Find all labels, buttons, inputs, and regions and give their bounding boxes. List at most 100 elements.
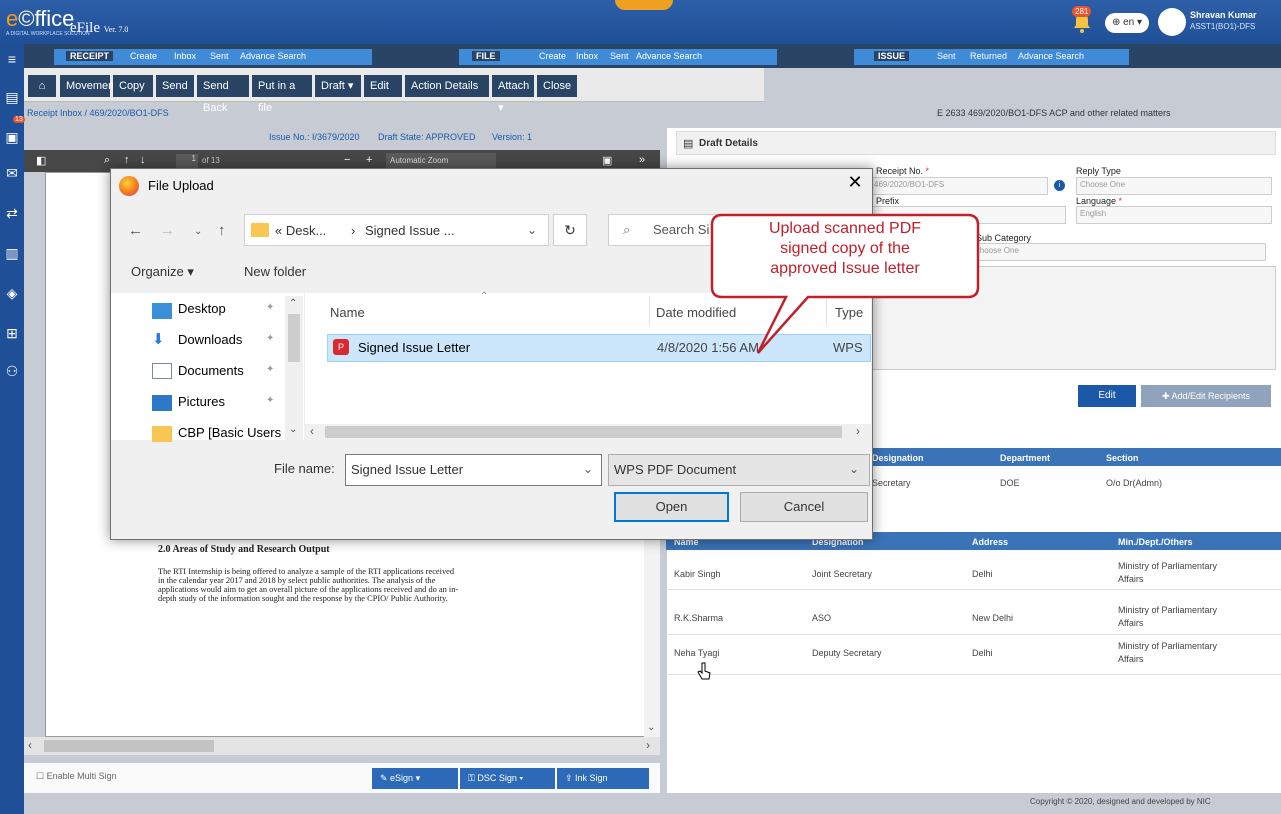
scroll-up-icon[interactable]: ⌃ [289,298,297,309]
prev-page-icon[interactable]: ↑ [124,154,130,166]
close-icon[interactable]: ✕ [843,172,867,196]
transfer-icon[interactable]: ⇄ [3,204,21,222]
organize-menu[interactable]: Organize ▾ [131,264,194,280]
user-name[interactable]: Shravan Kumar [1190,10,1257,20]
pin-icon[interactable]: ✦ [266,302,274,313]
send-button[interactable]: Send [156,75,194,97]
edit-button[interactable]: Edit [364,75,402,97]
close-button[interactable]: Close [537,75,577,97]
scroll-right-icon[interactable]: › [856,424,860,438]
column-name[interactable]: Name [330,305,365,320]
records-icon[interactable]: ▥ [3,244,21,262]
new-folder-button[interactable]: New folder [244,264,306,279]
movement-button[interactable]: Movement [60,75,117,97]
put-in-file-button[interactable]: Put in a file [252,75,312,114]
send-back-button[interactable]: Send Back [197,75,249,114]
address-part-current[interactable]: Signed Issue ... [365,223,455,238]
search-icon[interactable]: ⌕ [104,154,110,167]
column-divider[interactable] [649,296,650,326]
scroll-thumb[interactable] [288,314,300,362]
tree-item-pictures[interactable]: Pictures [178,394,225,409]
reply-type-select[interactable]: Choose One [1076,177,1272,195]
attach-button[interactable]: Attach ▾ [492,75,534,114]
forward-arrow-icon[interactable]: → [160,222,175,239]
nav-issue-sent[interactable]: Sent [937,51,956,61]
pin-icon[interactable]: ✦ [266,395,274,406]
menu-icon[interactable]: ≡ [3,50,21,68]
scroll-down-icon[interactable]: ⌄ [647,722,655,733]
scroll-thumb[interactable] [325,426,842,438]
cancel-button[interactable]: Cancel [740,492,868,522]
breadcrumb[interactable]: Receipt Inbox / 469/2020/BO1-DFS [27,108,169,118]
tree-item-downloads[interactable]: Downloads [178,332,242,347]
home-icon[interactable]: ⌂ [28,75,56,97]
next-page-icon[interactable]: ↓ [140,154,146,166]
nav-issue-returned[interactable]: Returned [970,51,1007,61]
language-select[interactable]: English [1076,206,1272,224]
zoom-select[interactable]: Automatic Zoom [386,153,496,169]
nav-file-advance-search[interactable]: Advance Search [636,51,702,61]
tree-item-documents[interactable]: Documents [178,363,244,378]
recent-locations-icon[interactable]: ⌄ [194,226,202,237]
zoom-in-icon[interactable]: + [366,154,372,166]
receipt-no-field[interactable]: 469/2020/BO1-DFS [870,177,1048,195]
chevron-down-icon[interactable]: ⌄ [583,462,593,476]
users-icon[interactable]: ⚇ [3,362,21,380]
action-details-button[interactable]: Action Details [405,75,489,97]
nav-issue-advance-search[interactable]: Advance Search [1018,51,1084,61]
enable-multi-sign[interactable]: ☐ Enable Multi Sign [36,771,117,782]
draft-button[interactable]: Draft ▾ [315,75,361,97]
scroll-down-icon[interactable]: ⌄ [289,424,297,435]
add-edit-recipients-button[interactable]: ✚ Add/Edit Recipients [1141,385,1271,407]
language-selector[interactable]: ⊕ en ▾ [1105,13,1149,33]
nav-receipt-advance-search[interactable]: Advance Search [240,51,306,61]
nav-issue[interactable]: ISSUE [874,51,910,61]
file-name-input[interactable]: Signed Issue Letter ⌄ [345,454,602,486]
address-dropdown-icon[interactable]: ⌄ [527,223,537,237]
ink-sign-button[interactable]: ⇪ Ink Sign [557,768,649,789]
address-part-parent[interactable]: « Desk... [275,223,326,238]
nav-receipt-inbox[interactable]: Inbox [174,51,196,61]
pin-icon[interactable]: ✦ [266,333,274,344]
nav-file[interactable]: FILE [472,51,500,61]
eoffice-logo[interactable]: e©ffice [6,6,74,32]
scroll-thumb[interactable] [44,740,214,752]
dashboard-icon[interactable]: ◈ [3,284,21,302]
scroll-right-icon[interactable]: › [646,738,650,752]
address-bar[interactable]: « Desk... › Signed Issue ... ⌄ [244,214,549,246]
sub-category-select[interactable]: Choose One [970,243,1266,261]
refresh-icon[interactable]: ↻ [553,214,587,246]
back-arrow-icon[interactable]: ← [128,222,143,239]
mail-icon[interactable]: ✉ [3,164,21,182]
pin-icon[interactable]: ✦ [266,364,274,375]
file-type-select[interactable]: WPS PDF Document ⌄ [608,454,870,486]
page-number-input[interactable]: 1 [176,154,198,168]
nav-receipt-sent[interactable]: Sent [210,51,229,61]
sidebar-toggle-icon[interactable]: ◧ [36,154,46,167]
esign-button[interactable]: ✎ eSign ▾ [372,768,458,789]
zoom-out-icon[interactable]: − [344,154,350,166]
pdf-horizontal-scrollbar[interactable]: ‹ › [24,737,660,755]
reports-icon[interactable]: ⊞ [3,324,21,342]
receipt-icon[interactable]: ▤ [3,88,21,106]
up-arrow-icon[interactable]: ↑ [218,222,226,239]
copy-button[interactable]: Copy [113,75,153,97]
user-avatar[interactable] [1158,8,1186,36]
info-icon[interactable]: i [1054,180,1065,191]
file-icon[interactable]: ▣ [3,128,21,146]
nav-file-create[interactable]: Create [539,51,566,61]
nav-file-sent[interactable]: Sent [610,51,629,61]
dsc-sign-button[interactable]: ⚿ DSC Sign ▾ [460,768,555,789]
open-button[interactable]: Open [614,492,729,522]
nav-receipt-create[interactable]: Create [130,51,157,61]
edit-recipients-button[interactable]: Edit [1078,385,1136,407]
scroll-left-icon[interactable]: ‹ [310,424,314,438]
nav-receipt[interactable]: RECEIPT [66,51,114,61]
file-name[interactable]: Signed Issue Letter [358,340,470,355]
navigation-scrollbar[interactable]: ⌃ ⌄ [285,296,303,440]
scroll-left-icon[interactable]: ‹ [28,738,32,752]
top-handle[interactable] [615,0,673,10]
print-icon[interactable]: ▣ [602,154,612,167]
tree-item-desktop[interactable]: Desktop [178,301,226,316]
nav-file-inbox[interactable]: Inbox [576,51,598,61]
